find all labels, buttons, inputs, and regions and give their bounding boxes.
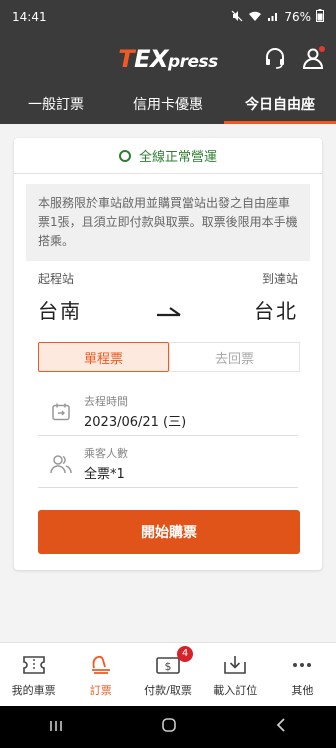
nav-more[interactable]: 其他 [269, 643, 336, 706]
calendar-icon [52, 403, 70, 420]
wifi-icon [248, 10, 262, 25]
booking-card: 全線正常營運 本服務限於車站啟用並購買當站出發之自由座車票1張，且須立即付款與取… [14, 138, 322, 570]
texpress-logo: T EX press [118, 45, 218, 73]
download-icon [224, 655, 247, 674]
nav-load-reservation[interactable]: 載入訂位 [202, 643, 269, 706]
nav-booking[interactable]: 訂票 [67, 643, 134, 706]
passenger-count-field[interactable]: 乘客人數 全票*1 [38, 440, 298, 488]
ticket-icon [22, 655, 45, 674]
status-ring-icon [118, 149, 131, 162]
recent-apps-button[interactable] [48, 718, 64, 737]
battery-level: 76% [284, 10, 311, 24]
notification-dot [319, 46, 325, 52]
operation-status: 全線正常營運 [14, 138, 322, 174]
one-way-button[interactable]: 單程票 [38, 342, 169, 372]
tab-credit-card-offers[interactable]: 信用卡優惠 [112, 84, 224, 124]
system-navigation-bar [0, 706, 336, 748]
payment-badge: 4 [177, 645, 193, 662]
departure-date-field[interactable]: 去程時間 2023/06/21 (三) [38, 388, 298, 436]
nav-label: 載入訂位 [213, 683, 258, 697]
nav-payment-pickup[interactable]: $ 4 付款/取票 [134, 643, 201, 706]
passengers-icon [50, 454, 72, 473]
recent-apps-icon [50, 720, 63, 731]
direction-arrow-icon [157, 307, 181, 317]
nav-my-tickets[interactable]: 我的車票 [0, 643, 67, 706]
date-value: 2023/06/21 (三) [84, 415, 187, 430]
nav-label: 其他 [291, 683, 314, 697]
tab-today-non-reserved[interactable]: 今日自由座 [224, 84, 336, 124]
svg-text:$: $ [165, 660, 172, 673]
passenger-value: 全票*1 [84, 467, 125, 482]
nav-label: 付款/取票 [144, 683, 192, 697]
service-notice: 本服務限於車站啟用並購買當站出發之自由座車票1張，且須立即付款與取票。取票後限用… [26, 184, 310, 261]
status-time: 14:41 [12, 10, 47, 24]
nav-label: 我的車票 [11, 683, 56, 697]
bottom-navigation: 我的車票 訂票 $ 4 付款/取票 載入訂位 其他 [0, 642, 336, 706]
battery-icon [316, 9, 324, 25]
date-label: 去程時間 [84, 395, 128, 408]
mute-icon [231, 10, 243, 25]
status-bar: 14:41 76% [0, 0, 336, 34]
tab-general-booking[interactable]: 一般訂票 [0, 84, 112, 124]
back-icon [276, 718, 285, 732]
signal-icon [267, 10, 279, 25]
round-trip-button[interactable]: 去回票 [169, 342, 300, 372]
seat-icon [91, 655, 110, 674]
arrival-label: 到達站 [261, 272, 298, 286]
booking-tabs: 一般訂票 信用卡優惠 今日自由座 [0, 84, 336, 124]
operation-status-text: 全線正常營運 [138, 150, 217, 165]
departure-label: 起程站 [38, 272, 75, 286]
departure-station[interactable]: 起程站 台南 [38, 270, 82, 324]
start-purchase-button[interactable]: 開始購票 [38, 510, 300, 554]
home-icon [162, 718, 176, 732]
account-button[interactable] [299, 44, 327, 72]
more-icon [293, 662, 312, 667]
home-button[interactable] [161, 717, 177, 737]
customer-service-button[interactable] [261, 44, 289, 72]
nav-label: 訂票 [89, 683, 112, 697]
app-header: T EX press [0, 34, 336, 84]
passenger-label: 乘客人數 [84, 447, 128, 460]
headset-icon [266, 48, 284, 69]
arrival-value: 台北 [254, 299, 298, 323]
trip-type-toggle: 單程票 去回票 [38, 342, 300, 372]
arrival-station[interactable]: 到達站 台北 [254, 270, 298, 324]
departure-value: 台南 [38, 299, 82, 323]
back-button[interactable] [274, 717, 288, 737]
